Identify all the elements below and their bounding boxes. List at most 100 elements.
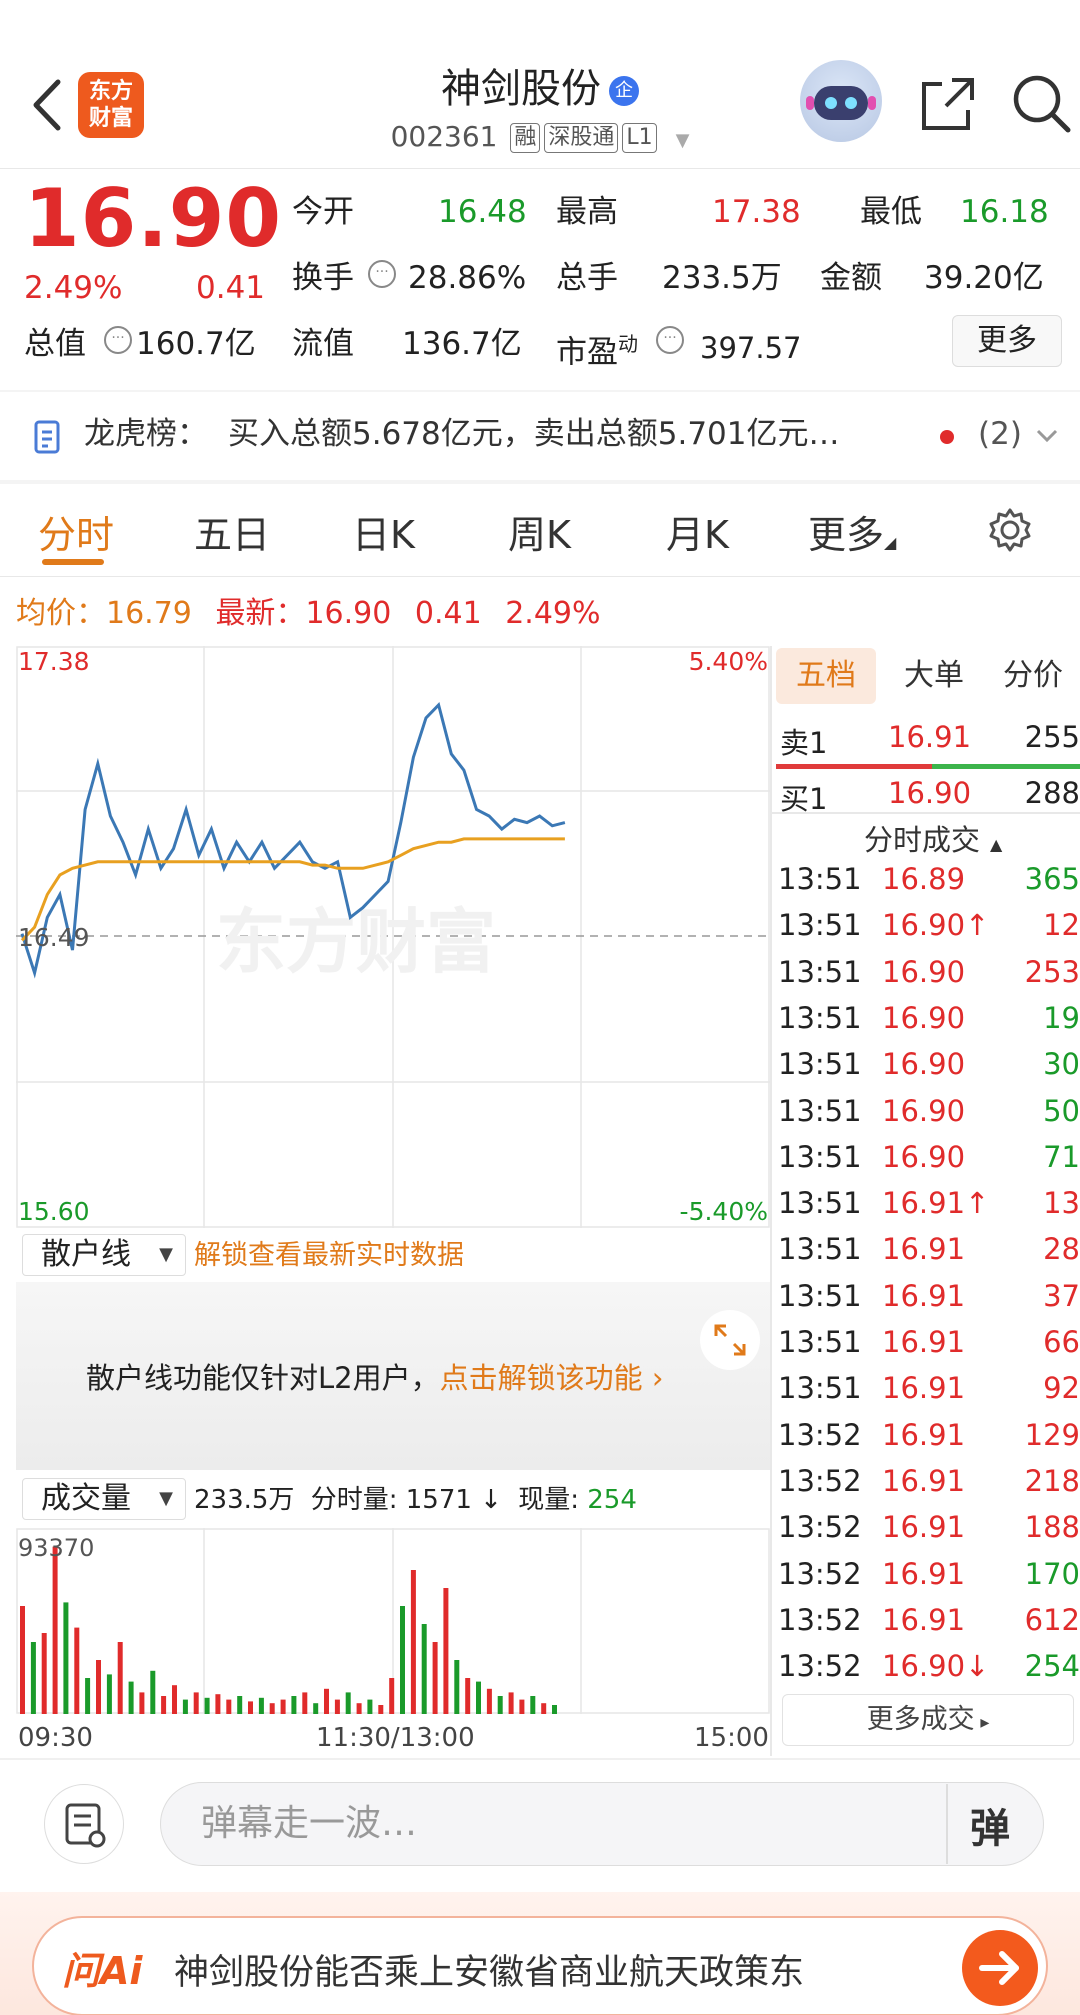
info-icon[interactable]: ··· [368,260,396,288]
tick-time: 13:52 [778,1510,862,1545]
now-vol-label: 现量: [518,1485,579,1515]
tag-connect: 深股通 [544,123,619,153]
tab-five-day[interactable]: 五日 [194,504,270,559]
volume-bar [85,1678,91,1714]
tick-row: 13:52 16.91 129 [778,1418,1080,1464]
tick-volume: 13 [1043,1186,1080,1221]
tab-five-levels[interactable]: 五档 [776,648,876,704]
tick-price: 16.90 [882,1093,966,1128]
info-icon[interactable]: ··· [104,326,132,354]
volume-bar [356,1703,362,1714]
tick-price: 16.91 [882,1510,966,1545]
pe-value: 397.57 [700,331,802,365]
ai-question-card[interactable]: 问Ai 神剑股份能否乘上安徽省商业航天政策东 [32,1916,1048,2015]
tick-time: 13:52 [778,1602,862,1637]
tab-intraday[interactable]: 分时 [38,504,114,559]
last-price: 16.90 [24,172,283,265]
tab-weekly-k[interactable]: 周K [508,504,571,559]
volume-bar [182,1699,188,1714]
l2-notice: 散户线功能仅针对L2用户，点击解锁该功能 › [86,1358,663,1398]
tick-time: 13:52 [778,1556,862,1591]
tick-volume: 170 [1024,1556,1080,1591]
volume-bar [541,1703,547,1714]
volume-bar [302,1692,308,1714]
open-label: 今开 [292,194,354,230]
volume-bar [248,1701,253,1714]
volume-bar [334,1699,340,1714]
tick-price: 16.91↑ [882,1186,990,1221]
info-icon[interactable]: ··· [656,326,684,354]
retail-line-select[interactable]: 散户线 ▼ [22,1234,186,1276]
caret-up-icon: ▲ [990,835,1003,854]
more-ticks-label: 更多成交 [866,1704,975,1735]
tab-big-orders[interactable]: 大单 [884,648,984,704]
down-arrow-icon: ↓ [471,1485,502,1515]
latest-label: 最新： [215,596,306,631]
volume-chart[interactable]: 93370 [16,1528,770,1714]
tick-row: 13:51 16.90 71 [778,1140,1080,1186]
tag-level: L1 [622,123,657,153]
tick-price: 16.90↓ [882,1649,990,1684]
buy-strength-bar [932,764,1080,769]
tick-time: 13:51 [778,1278,862,1313]
chart-tabs: 分时 五日 日K 周K 月K 更多◢ [0,484,1080,574]
share-icon[interactable] [918,74,978,134]
volume-select[interactable]: 成交量 ▼ [22,1478,186,1520]
tick-row: 13:51 16.91↑ 13 [778,1186,1080,1232]
volume-bar [324,1688,329,1714]
settings-gear-icon[interactable] [986,506,1034,554]
more-ticks-button[interactable]: 更多成交 ▸ [782,1694,1074,1746]
volume-bar [63,1602,69,1714]
search-icon[interactable] [1010,72,1072,134]
tab-daily-k[interactable]: 日K [352,504,415,559]
caret-down-icon: ▼ [159,1488,173,1509]
tick-volume: 129 [1024,1417,1080,1452]
amount-label: 金额 [820,260,882,296]
intraday-price-chart[interactable]: 东方财富 17.38 16.49 15.60 5.40% -5.40% [16,646,770,1228]
volume-bar [139,1692,145,1714]
volume-bar [378,1705,384,1714]
chevron-down-icon[interactable]: ▼ [676,130,690,151]
volume-bar [193,1692,199,1714]
ticks-title[interactable]: 分时成交 ▲ [864,820,1002,865]
tick-price: 16.91 [882,1232,966,1267]
tab-more[interactable]: 更多◢ [808,504,896,559]
volume-bar [486,1688,492,1714]
min-vol-value: 1571 [405,1485,472,1515]
tick-time: 13:51 [778,862,862,896]
tick-time: 13:51 [778,1093,862,1128]
unlock-feature-link[interactable]: 点击解锁该功能 [440,1361,643,1395]
tick-row: 13:51 16.90↑ 12 [778,908,1080,954]
tab-price-dist[interactable]: 分价 [986,648,1080,704]
pe-label-text: 市盈 [556,334,618,371]
retail-select-label: 散户线 [41,1237,131,1272]
robot-avatar-icon[interactable] [800,60,882,142]
x-tick-mid: 11:30/13:00 [316,1723,475,1753]
tab-monthly-k[interactable]: 月K [666,504,729,559]
dragon-tiger-list-bar[interactable]: 龙虎榜： 买入总额5.678亿元，卖出总额5.701亿元… (2) [0,392,1080,480]
pe-superscript: 动 [618,332,638,356]
orderbook-tabs: 五档 大单 分价 [772,648,1080,708]
more-quote-button[interactable]: 更多 [952,315,1062,367]
buy1-row[interactable]: 买1 16.90 288 [778,776,1080,822]
tick-price: 16.90 [882,1000,966,1035]
unlock-realtime-link[interactable]: 解锁查看最新实时数据 [194,1236,464,1276]
sell1-row[interactable]: 卖1 16.91 255 [778,720,1080,766]
volume-bar [96,1660,101,1714]
danmaku-send-button[interactable]: 弹 [970,1796,1010,1854]
tick-volume: 612 [1024,1602,1080,1637]
tick-time: 13:51 [778,954,862,989]
volume-bar [128,1681,134,1714]
expand-icon[interactable] [700,1310,760,1370]
tick-price: 16.91 [882,1556,966,1591]
volume-bar [497,1696,503,1714]
change-pct: 2.49% [24,270,123,306]
danmaku-list-icon[interactable] [44,1784,124,1864]
turnover-value: 28.86% [408,260,527,296]
tick-volume: 188 [1024,1510,1080,1545]
volume-bar [552,1705,557,1714]
danmaku-input[interactable]: 弹幕走一波… [160,1782,1044,1866]
tick-volume: 253 [1024,954,1080,989]
volume-bar [454,1660,460,1714]
arrow-right-icon[interactable] [962,1930,1038,2006]
